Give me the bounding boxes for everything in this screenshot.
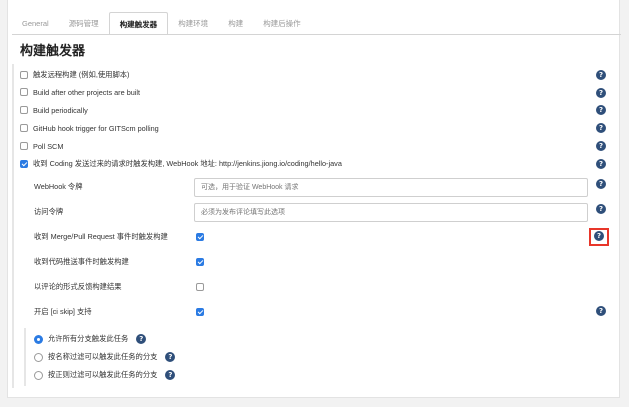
- radio-all-branches[interactable]: 允许所有分支触发此任务 ?: [34, 332, 147, 346]
- help-icon[interactable]: ?: [596, 141, 606, 151]
- tab-build-triggers[interactable]: 构建触发器: [108, 12, 169, 35]
- help-icon[interactable]: ?: [596, 123, 606, 133]
- access-token-label: 访问令牌: [34, 207, 64, 216]
- branch-filter-group: 允许所有分支触发此任务 ? 按名称过滤可以触发此任务的分支 ? 按正则过滤可以触…: [24, 328, 204, 386]
- tab-post-build-actions[interactable]: 构建后操作: [253, 12, 311, 35]
- radio-filter-by-name-button[interactable]: [34, 352, 43, 362]
- ci-skip-checkbox[interactable]: [196, 308, 204, 316]
- comment-feedback-checkbox[interactable]: [196, 283, 204, 291]
- trigger-poll-scm-label: Poll SCM: [33, 141, 64, 151]
- help-icon[interactable]: ?: [596, 88, 606, 98]
- radio-all-branches-button[interactable]: [34, 334, 43, 344]
- trigger-remote-build-checkbox[interactable]: [20, 71, 28, 79]
- trigger-poll-scm-checkbox[interactable]: [20, 142, 28, 150]
- trigger-remote-build-label: 触发远程构建 (例如,使用脚本): [33, 70, 130, 79]
- trigger-github-hook[interactable]: GitHub hook trigger for GITScm polling: [20, 121, 159, 135]
- trigger-coding-webhook[interactable]: 收到 Coding 发送过来的请求时触发构建, WebHook 地址: http…: [20, 157, 342, 171]
- webhook-token-label: WebHook 令牌: [34, 182, 83, 191]
- radio-all-branches-label: 允许所有分支触发此任务: [48, 334, 129, 343]
- trigger-build-periodically-label: Build periodically: [33, 105, 88, 115]
- comment-feedback-label: 以评论的形式反馈构建结果: [34, 282, 122, 291]
- help-icon[interactable]: ?: [596, 105, 606, 115]
- trigger-after-other-projects-label: Build after other projects are built: [33, 87, 141, 97]
- trigger-build-periodically-checkbox[interactable]: [20, 106, 28, 114]
- config-tabs: General 源码管理 构建触发器 构建环境 构建 构建后操作: [12, 12, 311, 35]
- trigger-after-other-projects[interactable]: Build after other projects are built: [20, 85, 140, 99]
- webhook-token-input[interactable]: [194, 178, 588, 197]
- help-icon[interactable]: ?: [596, 70, 606, 80]
- radio-filter-by-name-label: 按名称过滤可以触发此任务的分支: [48, 352, 158, 361]
- help-icon[interactable]: ?: [596, 306, 606, 316]
- tab-divider: [12, 34, 621, 35]
- trigger-coding-webhook-checkbox[interactable]: [20, 160, 28, 168]
- access-token-input[interactable]: [194, 203, 588, 222]
- merge-request-trigger-checkbox[interactable]: [196, 233, 204, 241]
- merge-request-trigger-label: 收到 Merge/Pull Request 事件时触发构建: [34, 232, 168, 241]
- tab-source-code-management[interactable]: 源码管理: [59, 12, 109, 35]
- radio-filter-by-regex-button[interactable]: [34, 370, 43, 380]
- trigger-github-hook-label: GitHub hook trigger for GITScm polling: [33, 123, 159, 133]
- tab-build-environment[interactable]: 构建环境: [168, 12, 218, 35]
- trigger-github-hook-checkbox[interactable]: [20, 124, 28, 132]
- help-icon[interactable]: ?: [165, 352, 176, 362]
- help-icon[interactable]: ?: [596, 159, 606, 169]
- radio-filter-by-regex[interactable]: 按正则过滤可以触发此任务的分支 ?: [34, 368, 176, 382]
- trigger-build-periodically[interactable]: Build periodically: [20, 103, 88, 117]
- tab-general[interactable]: General: [12, 12, 59, 35]
- help-icon[interactable]: ?: [596, 179, 606, 189]
- trigger-remote-build[interactable]: 触发远程构建 (例如,使用脚本): [20, 68, 129, 82]
- trigger-after-other-projects-checkbox[interactable]: [20, 88, 28, 96]
- help-icon[interactable]: ?: [165, 370, 176, 380]
- page-title: 构建触发器: [20, 43, 86, 58]
- tab-build[interactable]: 构建: [218, 12, 253, 35]
- help-icon[interactable]: ?: [136, 334, 147, 344]
- radio-filter-by-regex-label: 按正则过滤可以触发此任务的分支: [48, 370, 158, 379]
- trigger-coding-webhook-label: 收到 Coding 发送过来的请求时触发构建, WebHook 地址: http…: [33, 159, 342, 168]
- push-trigger-checkbox[interactable]: [196, 258, 204, 266]
- help-icon[interactable]: ?: [596, 204, 606, 214]
- help-icon[interactable]: ?: [594, 231, 604, 241]
- trigger-poll-scm[interactable]: Poll SCM: [20, 139, 63, 153]
- ci-skip-label: 开启 [ci skip] 支持: [34, 307, 92, 316]
- push-trigger-label: 收到代码推送事件时触发构建: [34, 257, 129, 266]
- radio-filter-by-name[interactable]: 按名称过滤可以触发此任务的分支 ?: [34, 350, 176, 364]
